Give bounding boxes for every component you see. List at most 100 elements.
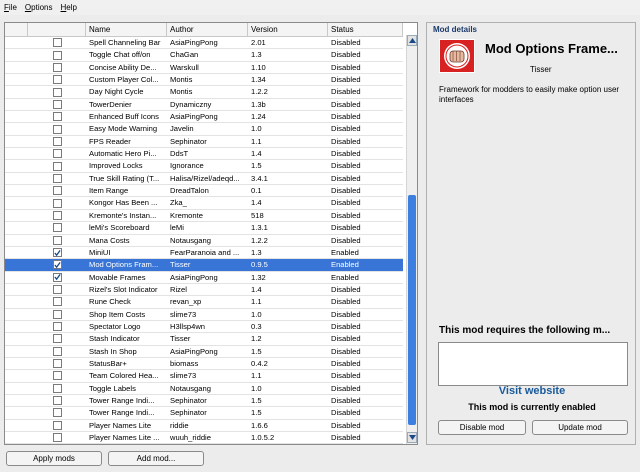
add-mod-button[interactable]: Add mod... xyxy=(108,451,204,466)
enable-checkbox[interactable] xyxy=(52,297,62,307)
table-row[interactable]: True Skill Rating (T... Halisa/Rizel/adeq… xyxy=(5,173,403,186)
menu-file[interactable]: File xyxy=(0,3,21,12)
table-row[interactable]: Kongor Has Been ... Zka_ 1.4 Disabled xyxy=(5,197,403,210)
visit-website-link[interactable]: Visit website xyxy=(427,385,637,397)
mod-name-cell: Custom Player Col... xyxy=(89,75,159,85)
enable-checkbox[interactable] xyxy=(52,38,62,48)
enable-checkbox[interactable] xyxy=(52,322,62,332)
enable-checkbox[interactable] xyxy=(52,420,62,430)
table-row[interactable]: Enhanced Buff Icons AsiaPingPong 1.24 Disab… xyxy=(5,111,403,124)
enable-checkbox[interactable] xyxy=(52,50,62,60)
table-row[interactable]: Spell Channeling Bar AsiaPingPong 2.01 Disa… xyxy=(5,37,403,50)
enable-checkbox[interactable] xyxy=(52,223,62,233)
table-row[interactable]: Automatic Hero Pi... DdsT 1.4 Disabled xyxy=(5,148,403,161)
table-row[interactable]: FPS Reader Sephinator 1.1 Disabled xyxy=(5,136,403,149)
table-row[interactable]: Player Names Lite ... wuuh_riddie 1.0.5.2 D… xyxy=(5,432,403,444)
table-row[interactable]: Shop Item Costs slime73 1.0 Disabled xyxy=(5,309,403,321)
scroll-down-button[interactable] xyxy=(407,432,417,443)
row-index-cell xyxy=(5,259,28,270)
enable-checkbox[interactable] xyxy=(52,383,62,393)
enable-checkbox[interactable] xyxy=(52,346,62,356)
table-row[interactable]: Toggle Labels Notausgang 1.0 Disabled xyxy=(5,383,403,395)
mod-name-cell: Player Names Lite xyxy=(89,420,152,430)
enable-checkbox[interactable] xyxy=(52,285,62,295)
column-header-author[interactable]: Author xyxy=(167,23,248,37)
vertical-scrollbar[interactable] xyxy=(406,35,417,444)
table-row[interactable]: Toggle Chat off/on ChaGan 1.3 Disabled xyxy=(5,49,403,62)
enable-checkbox[interactable] xyxy=(52,248,62,258)
row-enabled-cell xyxy=(28,210,86,221)
table-row[interactable]: Rizel's Slot Indicator Rizel 1.4 Disabled xyxy=(5,284,403,297)
mod-author-cell: AsiaPingPong xyxy=(170,112,218,122)
table-row[interactable]: Player Names Lite riddie 1.6.6 Disabled xyxy=(5,420,403,432)
enable-checkbox[interactable] xyxy=(52,408,62,418)
row-index-cell xyxy=(5,49,28,60)
scroll-thumb[interactable] xyxy=(408,195,416,425)
column-header-name[interactable]: Name xyxy=(86,23,167,37)
mod-author-cell: DdsT xyxy=(170,149,189,159)
row-index-cell xyxy=(5,136,28,147)
enable-checkbox[interactable] xyxy=(52,235,62,245)
table-row[interactable]: Easy Mode Warning Javelin 1.0 Disabled xyxy=(5,123,403,136)
mod-name-cell: FPS Reader xyxy=(89,136,131,146)
column-header-status[interactable]: Status xyxy=(328,23,403,37)
enable-checkbox[interactable] xyxy=(52,149,62,159)
menu-options[interactable]: Options xyxy=(21,3,57,12)
mod-author-cell: wuuh_riddie xyxy=(170,433,211,442)
apply-mods-button[interactable]: Apply mods xyxy=(6,451,102,466)
table-row[interactable]: Mana Costs Notausgang 1.2.2 Disabled xyxy=(5,235,403,247)
enable-checkbox[interactable] xyxy=(52,75,62,85)
enable-checkbox[interactable] xyxy=(52,173,62,183)
enable-checkbox[interactable] xyxy=(52,136,62,146)
enable-checkbox[interactable] xyxy=(52,371,62,381)
enable-checkbox[interactable] xyxy=(52,334,62,344)
enable-checkbox[interactable] xyxy=(52,62,62,72)
requirements-box xyxy=(438,342,628,386)
enable-checkbox[interactable] xyxy=(52,309,62,319)
enable-checkbox[interactable] xyxy=(52,433,62,443)
mod-name-cell: leMi's Scoreboard xyxy=(89,223,150,233)
enable-checkbox[interactable] xyxy=(52,198,62,208)
column-header-version[interactable]: Version xyxy=(248,23,328,37)
enable-checkbox[interactable] xyxy=(52,260,62,270)
enable-checkbox[interactable] xyxy=(52,210,62,220)
table-row[interactable]: Mod Options Fram... Tisser 0.9.5 Enabled xyxy=(5,259,403,272)
mod-status-cell: Disabled xyxy=(331,136,361,146)
table-row[interactable]: Item Range DreadTalon 0.1 Disabled xyxy=(5,185,403,198)
column-header-index[interactable] xyxy=(5,23,28,37)
enable-checkbox[interactable] xyxy=(52,186,62,196)
enable-checkbox[interactable] xyxy=(52,272,62,282)
enable-checkbox[interactable] xyxy=(52,112,62,122)
table-row[interactable]: Movable Frames AsiaPingPong 1.32 Enabled xyxy=(5,272,403,284)
row-enabled-cell xyxy=(28,222,86,233)
table-row[interactable]: StatusBar+ biomass 0.4.2 Disabled xyxy=(5,358,403,371)
update-mod-button[interactable]: Update mod xyxy=(532,420,628,435)
table-row[interactable]: Stash In Shop AsiaPingPong 1.5 Disabled xyxy=(5,346,403,358)
table-row[interactable]: Tower Range Indi... Sephinator 1.5 Disabled xyxy=(5,407,403,420)
enable-checkbox[interactable] xyxy=(52,161,62,171)
table-row[interactable]: Custom Player Col... Montis 1.34 Disabled xyxy=(5,74,403,87)
enable-checkbox[interactable] xyxy=(52,396,62,406)
menu-help[interactable]: Help xyxy=(57,3,81,12)
enable-checkbox[interactable] xyxy=(52,99,62,109)
enable-checkbox[interactable] xyxy=(52,87,62,97)
enable-checkbox[interactable] xyxy=(52,124,62,134)
table-row[interactable]: Rune Check revan_xp 1.1 Disabled xyxy=(5,296,403,309)
enable-checkbox[interactable] xyxy=(52,359,62,369)
table-row[interactable]: Team Colored Hea... slime73 1.1 Disabled xyxy=(5,370,403,383)
column-header-enabled[interactable] xyxy=(28,23,86,37)
mod-author-cell: AsiaPingPong xyxy=(170,346,218,356)
table-row[interactable]: Kremonte's Instan... Kremonte 518 Disabled xyxy=(5,210,403,223)
scroll-up-button[interactable] xyxy=(407,35,417,46)
disable-mod-button[interactable]: Disable mod xyxy=(438,420,526,435)
table-row[interactable]: Spectator Logo H3llsp4wn 0.3 Disabled xyxy=(5,321,403,334)
table-row[interactable]: Tower Range Indi... Sephinator 1.5 Disabled xyxy=(5,395,403,408)
mod-status-cell: Disabled xyxy=(331,371,361,381)
table-row[interactable]: Stash Indicator Tisser 1.2 Disabled xyxy=(5,333,403,346)
table-row[interactable]: Day Night Cycle Montis 1.2.2 Disabled xyxy=(5,86,403,99)
table-row[interactable]: TowerDenier Dynamiczny 1.3b Disabled xyxy=(5,99,403,112)
table-row[interactable]: leMi's Scoreboard leMi 1.3.1 Disabled xyxy=(5,222,403,235)
table-row[interactable]: MiniUI FearParanoia and ... 1.3 Enabled xyxy=(5,247,403,260)
table-row[interactable]: Concise Ability De... Warskull 1.10 Disable… xyxy=(5,62,403,75)
table-row[interactable]: Improved Locks Ignorance 1.5 Disabled xyxy=(5,160,403,173)
